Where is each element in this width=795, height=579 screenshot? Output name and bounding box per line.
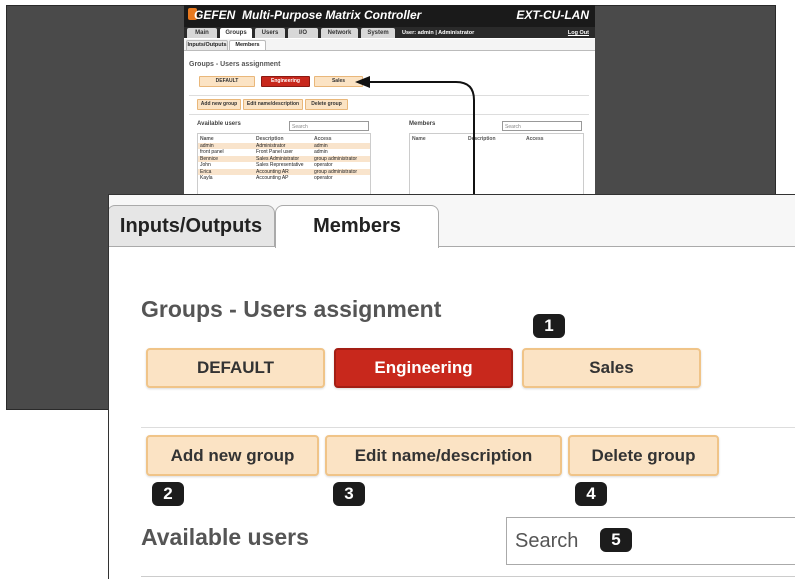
callout-badge: 5 — [600, 528, 632, 552]
callout-badge: 1 — [533, 314, 565, 338]
zoomed-detail: Inputs/Outputs Members Groups - Users as… — [108, 194, 795, 579]
callout-badge: 3 — [333, 482, 365, 506]
edit-group-button[interactable]: Edit name/description — [325, 435, 562, 476]
tab-inputs-outputs[interactable]: Inputs/Outputs — [109, 205, 275, 246]
group-button-sales[interactable]: Sales — [522, 348, 701, 388]
add-group-button[interactable]: Add new group — [146, 435, 319, 476]
tab-members[interactable]: Members — [275, 205, 439, 248]
group-button-engineering[interactable]: Engineering — [334, 348, 513, 388]
group-button-default[interactable]: DEFAULT — [146, 348, 325, 388]
delete-group-button[interactable]: Delete group — [568, 435, 719, 476]
search-input[interactable]: Search — [506, 517, 795, 565]
divider — [141, 427, 795, 428]
available-users-label: Available users — [141, 524, 309, 550]
subtab-bar: Inputs/Outputs Members — [109, 195, 795, 248]
divider — [141, 576, 795, 577]
callout-badge: 2 — [152, 482, 184, 506]
callout-badge: 4 — [575, 482, 607, 506]
page-title: Groups - Users assignment — [141, 296, 442, 322]
